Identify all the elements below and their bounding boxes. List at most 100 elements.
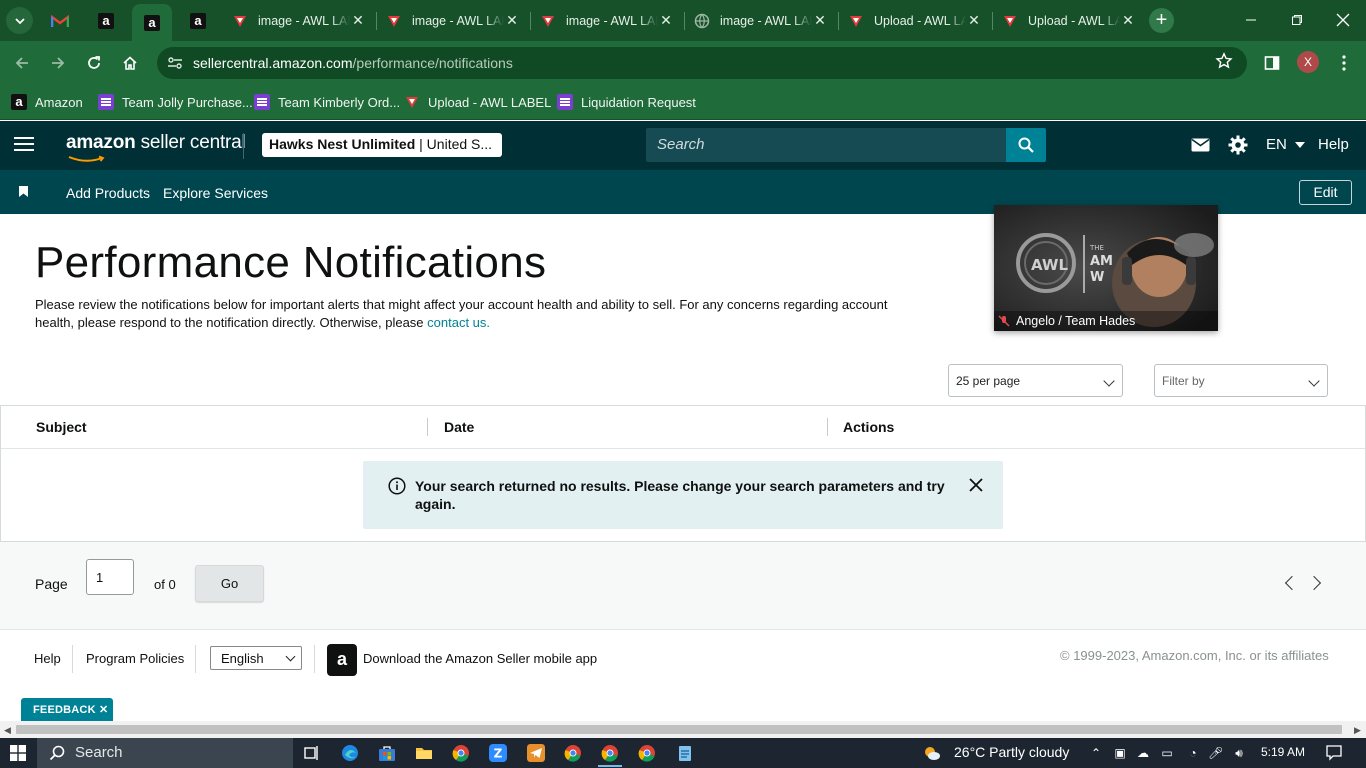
bookmark-liquidation[interactable]: Liquidation Request (557, 92, 696, 112)
bookmark-label: Team Kimberly Ord... (278, 94, 401, 110)
bookmark-amazon[interactable]: a Amazon (11, 92, 83, 112)
footer-help-link[interactable]: Help (34, 651, 61, 666)
messages-button[interactable] (1188, 133, 1212, 157)
restore-button[interactable] (1274, 0, 1320, 40)
weather-text[interactable]: 26°C Partly cloudy (954, 744, 1069, 760)
tab-upload-awl-label[interactable]: Upload - AWL LABEL ✕ (994, 6, 1144, 35)
volume-icon[interactable]: 🔊︎ (1232, 746, 1246, 760)
scroll-left-icon[interactable]: ◀ (4, 725, 11, 736)
tab-image-awl-label[interactable]: image - AWL LABEL ✕ (378, 6, 528, 35)
scrollbar-thumb[interactable] (16, 725, 1342, 734)
footer-language-select[interactable]: English (210, 646, 302, 670)
seller-central-logo[interactable]: amazon seller central (66, 132, 246, 154)
task-view-icon[interactable] (303, 744, 321, 762)
hamburger-menu-icon[interactable] (14, 137, 34, 151)
per-page-value: 25 per page (956, 374, 1021, 388)
clock[interactable]: 5:19 AM (1261, 745, 1305, 759)
tab-upload-awl-label[interactable]: Upload - AWL LABEL ✕ (840, 6, 990, 35)
meet-now-icon[interactable]: ▣ (1113, 746, 1127, 760)
back-button[interactable] (8, 49, 36, 77)
chevron-up-icon[interactable]: ⌃ (1089, 746, 1103, 760)
bookmark-icon[interactable] (19, 186, 28, 197)
go-button[interactable]: Go (195, 565, 264, 602)
edit-shortcuts-button[interactable]: Edit (1299, 180, 1352, 205)
bookmark-upload-awl[interactable]: Upload - AWL LABEL (404, 92, 551, 112)
scroll-right-icon[interactable]: ▶ (1354, 725, 1361, 736)
per-page-select[interactable]: 25 per page (948, 364, 1123, 397)
footer-separator (195, 645, 196, 673)
site-info-icon[interactable] (165, 53, 185, 73)
feedback-button[interactable]: FEEDBACK ✕ (21, 698, 113, 722)
help-link[interactable]: Help (1318, 136, 1349, 153)
close-tab-icon[interactable]: ✕ (966, 12, 982, 29)
chrome-icon[interactable] (564, 744, 582, 762)
search-input[interactable]: Search (646, 128, 1006, 162)
explore-services-link[interactable]: Explore Services (163, 185, 268, 201)
bookmark-team-jolly[interactable]: Team Jolly Purchase... (98, 92, 253, 112)
close-tab-icon[interactable]: ✕ (1120, 12, 1136, 29)
tab-image-awl-label[interactable]: image - AWL LABEL ✕ (224, 6, 374, 35)
settings-button[interactable] (1226, 133, 1250, 157)
store-name: Hawks Nest Unlimited (269, 136, 416, 152)
side-panel-button[interactable] (1258, 49, 1286, 77)
onedrive-icon[interactable]: ☁ (1136, 746, 1150, 760)
notification-icon[interactable] (1325, 744, 1343, 762)
column-header-date[interactable]: Date (444, 419, 474, 435)
amazon-app-icon[interactable]: a (327, 644, 357, 676)
edge-browser-icon[interactable] (341, 744, 359, 762)
chevron-left-icon[interactable] (1284, 575, 1300, 591)
close-window-button[interactable] (1320, 0, 1366, 40)
zoom-icon[interactable]: Z (489, 744, 507, 762)
taskbar-search-input[interactable]: Search (37, 738, 293, 768)
reload-button[interactable] (80, 49, 108, 77)
microsoft-store-icon[interactable] (378, 744, 396, 762)
notepad-icon[interactable] (676, 744, 694, 762)
new-tab-button[interactable]: + (1149, 8, 1174, 33)
video-call-thumbnail[interactable]: THE AM W AWL Angelo / Team Hades (994, 205, 1218, 331)
power-icon[interactable]: ▭ (1160, 746, 1174, 760)
home-button[interactable] (116, 49, 144, 77)
chrome-icon[interactable] (638, 744, 656, 762)
chrome-icon[interactable] (601, 744, 619, 762)
store-selector[interactable]: Hawks Nest Unlimited | United S... (262, 133, 502, 157)
close-tab-icon[interactable]: ✕ (504, 12, 520, 29)
tab-search-button[interactable] (6, 7, 33, 34)
telegram-icon[interactable] (527, 744, 545, 762)
search-icon (49, 745, 65, 761)
close-tab-icon[interactable]: ✕ (350, 12, 366, 29)
close-tab-icon[interactable]: ✕ (658, 12, 674, 29)
minimize-button[interactable] (1228, 0, 1274, 40)
contact-us-link[interactable]: contact us. (427, 315, 490, 330)
chrome-icon[interactable] (452, 744, 470, 762)
bookmark-star-icon[interactable] (1213, 52, 1235, 74)
horizontal-scrollbar[interactable]: ◀ ▶ (0, 721, 1366, 738)
search-button[interactable] (1006, 128, 1046, 162)
browser-menu-button[interactable] (1330, 49, 1358, 77)
info-icon (388, 477, 406, 495)
file-explorer-icon[interactable] (415, 744, 433, 762)
pinned-tab-gmail[interactable] (40, 6, 80, 35)
close-icon[interactable] (968, 477, 984, 493)
download-app-link[interactable]: Download the Amazon Seller mobile app (363, 651, 597, 666)
column-header-subject[interactable]: Subject (36, 419, 87, 435)
address-bar[interactable]: sellercentral.amazon.com/performance/not… (157, 47, 1247, 79)
profile-avatar[interactable]: X (1297, 51, 1319, 73)
pinned-tab-amazon-active[interactable]: a (132, 4, 172, 41)
tab-image-awl-label[interactable]: image - AWL LABEL ✕ (686, 6, 836, 35)
bookmark-team-kimberly[interactable]: Team Kimberly Ord... (254, 92, 400, 112)
page-number-input[interactable] (86, 559, 134, 595)
language-selector[interactable]: EN (1266, 136, 1306, 153)
pagination-bar: Page of 0 Go (0, 542, 1366, 630)
forward-button[interactable] (44, 49, 72, 77)
close-tab-icon[interactable]: ✕ (812, 12, 828, 29)
windows-start-icon[interactable] (10, 745, 26, 761)
microphone-icon[interactable]: 🎤︎ (1208, 746, 1223, 760)
program-policies-link[interactable]: Program Policies (86, 651, 184, 666)
chevron-right-icon[interactable] (1306, 575, 1322, 591)
tab-image-awl-label[interactable]: image - AWL LABEL ✕ (532, 6, 682, 35)
pinned-tab-amazon[interactable]: a (86, 6, 126, 35)
filter-select[interactable]: Filter by (1154, 364, 1328, 397)
add-products-link[interactable]: Add Products (66, 185, 150, 201)
pinned-tab-amazon[interactable]: a (178, 6, 218, 35)
wifi-icon[interactable]: ◔ (1186, 746, 1200, 760)
